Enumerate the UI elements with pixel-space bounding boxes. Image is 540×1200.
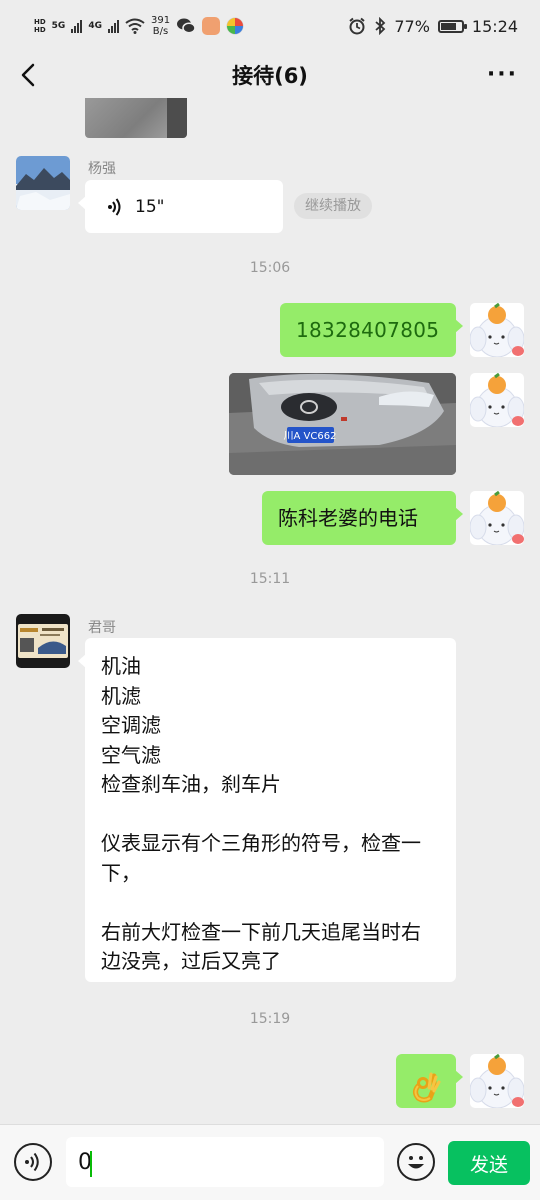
voice-icon[interactable] — [14, 1143, 52, 1181]
input-bar: 发送 — [0, 1124, 540, 1200]
voice-duration: 15" — [135, 196, 165, 217]
hd-indicator-2: HD — [34, 26, 46, 34]
emoji-icon[interactable] — [397, 1143, 435, 1181]
more-icon[interactable]: ··· — [487, 62, 518, 87]
avatar-self[interactable] — [470, 373, 524, 427]
battery-icon — [437, 19, 467, 33]
voice-playing-icon — [108, 197, 121, 216]
clock: 15:24 — [471, 16, 518, 36]
network-speed: 391 B/s — [150, 15, 171, 37]
send-button[interactable]: 发送 — [448, 1141, 530, 1185]
back-arrow-icon[interactable] — [14, 60, 44, 90]
text-message-bubble[interactable]: 陈科老婆的电话 — [262, 491, 463, 545]
avatar-junge[interactable] — [16, 614, 70, 668]
signal-icon-2 — [107, 19, 119, 33]
voice-message-bubble[interactable]: 15" — [78, 180, 283, 233]
phone-number-message[interactable]: 18328407805 — [280, 303, 463, 357]
chat-title: 接待(6) — [232, 64, 308, 88]
avatar-yangqiang[interactable] — [16, 156, 70, 210]
continue-playing-button[interactable]: 继续播放 — [294, 193, 372, 219]
wifi-icon — [125, 18, 145, 34]
wechat-icon — [177, 18, 196, 34]
avatar-self[interactable] — [470, 1054, 524, 1108]
sender-name: 君哥 — [88, 620, 116, 636]
chat-header: 接待(6) ··· — [0, 52, 540, 98]
bluetooth-icon — [375, 17, 386, 35]
image-message-partial[interactable] — [85, 98, 187, 138]
emoji-message-bubble[interactable] — [396, 1054, 463, 1108]
phone-number-link[interactable]: 18328407805 — [280, 303, 456, 357]
message-list[interactable]: 杨强 15" 继续播放 15:06 18328407805 川A VC662 陈… — [0, 98, 540, 1124]
timestamp: 15:11 — [249, 571, 291, 587]
license-plate: 川A VC662 — [284, 431, 337, 442]
message-app-icon — [202, 17, 221, 35]
avatar-self[interactable] — [470, 303, 524, 357]
browser-app-icon — [226, 17, 244, 35]
avatar-self[interactable] — [470, 491, 524, 545]
hd-indicator-1: HD — [34, 18, 46, 26]
status-bar: HD HD 5G 4G 391 B/s 77% 15:24 — [0, 0, 540, 52]
long-text-message[interactable]: 机油 机滤 空调滤 空气滤 检查刹车油，刹车片 仪表显示有个三角形的符号，检查一… — [78, 638, 456, 982]
message-input[interactable] — [66, 1137, 384, 1187]
network-type-2: 4G — [88, 20, 102, 31]
timestamp: 15:19 — [249, 1011, 291, 1027]
signal-icon-1 — [71, 19, 83, 33]
message-text: 机油 机滤 空调滤 空气滤 检查刹车油，刹车片 仪表显示有个三角形的符号，检查一… — [101, 654, 421, 973]
text-cursor — [90, 1151, 92, 1177]
message-text: 陈科老婆的电话 — [278, 506, 418, 530]
network-type-1: 5G — [51, 20, 66, 31]
battery-percent: 77% — [394, 16, 430, 36]
timestamp: 15:06 — [249, 260, 291, 276]
alarm-icon — [349, 17, 365, 35]
sender-name: 杨强 — [88, 161, 116, 177]
car-photo-message[interactable]: 川A VC662 — [229, 373, 456, 475]
ok-hand-emoji-icon — [413, 1072, 441, 1103]
